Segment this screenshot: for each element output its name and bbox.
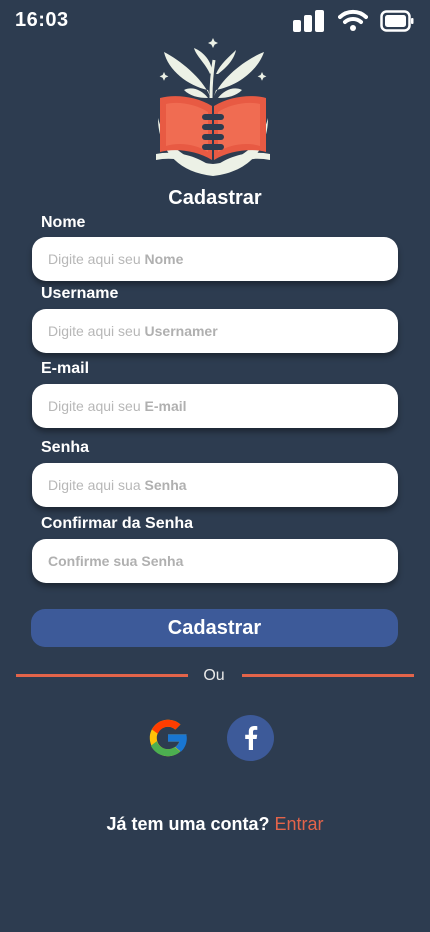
register-button[interactable]: Cadastrar — [31, 609, 398, 647]
divider-left — [16, 674, 188, 677]
email-placeholder: Digite aqui seu E-mail — [48, 398, 187, 414]
password-label: Senha — [41, 439, 90, 456]
divider-right — [242, 674, 414, 677]
signin-link[interactable]: Entrar — [275, 814, 324, 834]
wifi-icon — [338, 9, 368, 31]
password-input[interactable]: Digite aqui sua Senha — [32, 463, 398, 507]
email-input[interactable]: Digite aqui seu E-mail — [32, 384, 398, 428]
facebook-icon — [244, 726, 257, 750]
book-plant-logo — [156, 38, 270, 176]
confirm-password-label: Confirmar da Senha — [41, 515, 194, 532]
password-placeholder: Digite aqui sua Senha — [48, 477, 187, 493]
name-placeholder: Digite aqui seu Nome — [48, 251, 184, 267]
signin-question: Já tem uma conta? — [106, 814, 270, 834]
signal-icon — [293, 10, 324, 32]
battery-icon — [380, 10, 414, 32]
username-placeholder: Digite aqui seu Usernamer — [48, 323, 218, 339]
signin-row: Já tem uma conta? Entrar — [0, 814, 430, 835]
username-input[interactable]: Digite aqui seu Usernamer — [32, 309, 398, 353]
confirm-password-placeholder: Confirme sua Senha — [48, 553, 184, 569]
google-icon[interactable] — [144, 714, 192, 762]
username-label: Username — [41, 285, 119, 302]
facebook-button[interactable] — [227, 715, 274, 761]
page-title: Cadastrar — [168, 187, 262, 209]
email-label: E-mail — [41, 360, 90, 377]
status-icons — [292, 9, 414, 33]
name-label: Nome — [41, 214, 86, 231]
confirm-password-input[interactable]: Confirme sua Senha — [32, 539, 398, 583]
divider-or: Ou — [203, 667, 225, 684]
name-input[interactable]: Digite aqui seu Nome — [32, 237, 398, 281]
status-time: 16:03 — [15, 9, 69, 31]
